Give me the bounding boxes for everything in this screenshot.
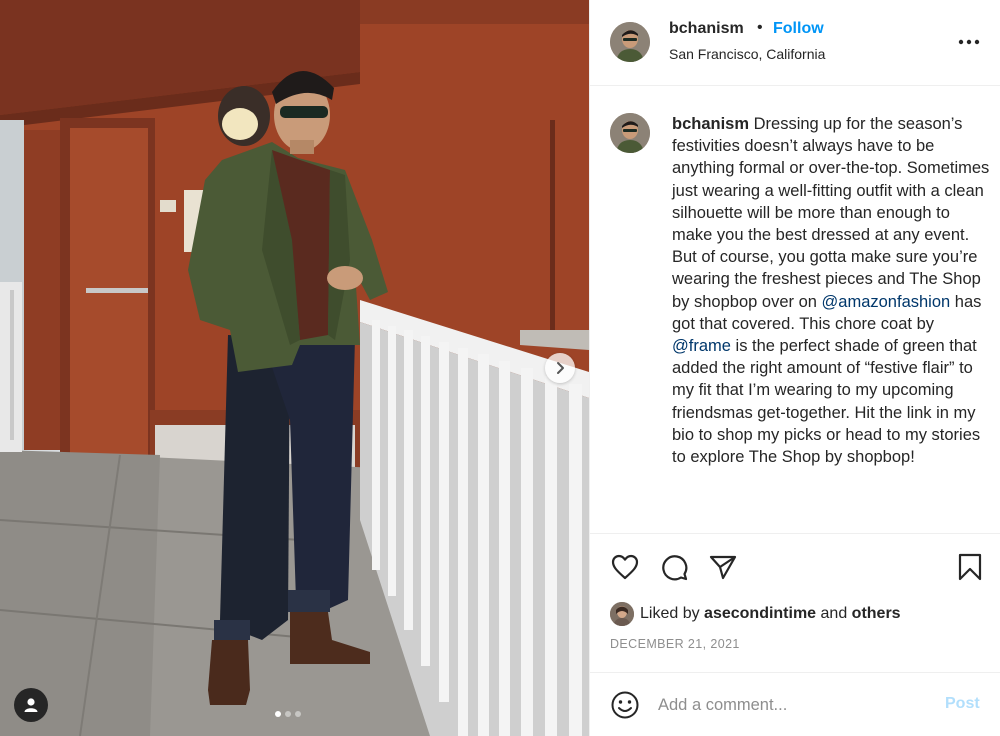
comment-icon xyxy=(662,555,688,581)
carousel-dot xyxy=(285,711,291,717)
post-comment-button[interactable]: Post xyxy=(945,695,980,713)
avatar-image xyxy=(610,22,650,62)
carousel-dot xyxy=(295,711,301,717)
carousel-dot-active xyxy=(275,711,281,717)
likes-summary: Liked by asecondintime and others xyxy=(610,601,901,627)
liked-by-others[interactable]: others xyxy=(852,605,901,623)
user-icon xyxy=(24,698,38,712)
mention-link[interactable]: @frame xyxy=(672,337,731,355)
comment-button[interactable] xyxy=(659,552,689,582)
send-icon xyxy=(709,555,737,580)
emoji-button[interactable] xyxy=(610,690,640,720)
comment-input[interactable] xyxy=(658,691,928,719)
carousel-indicator xyxy=(275,711,301,717)
next-photo-button[interactable] xyxy=(545,353,575,383)
liked-by-and: and xyxy=(816,605,852,622)
tagged-users-button[interactable] xyxy=(14,688,48,722)
add-comment-bar: Post xyxy=(590,672,1000,736)
avatar[interactable] xyxy=(610,22,650,62)
save-button[interactable] xyxy=(955,552,985,582)
more-options-icon xyxy=(958,39,980,45)
liked-by-user[interactable]: asecondintime xyxy=(704,605,816,623)
post-side-panel: bchanism • Follow San Francisco, Califor… xyxy=(589,0,1000,736)
separator-dot: • xyxy=(757,19,763,36)
avatar-image xyxy=(610,602,634,626)
heart-icon xyxy=(611,554,639,580)
bookmark-icon xyxy=(958,553,982,581)
post-username[interactable]: bchanism xyxy=(669,20,744,38)
liked-by-prefix: Liked by xyxy=(640,605,705,622)
like-button[interactable] xyxy=(610,552,640,582)
post-location[interactable]: San Francisco, California xyxy=(669,46,825,62)
liker-avatar[interactable] xyxy=(610,602,634,626)
emoji-icon xyxy=(611,691,639,719)
caption-avatar[interactable] xyxy=(610,113,650,153)
avatar-image xyxy=(610,113,650,153)
caption-section: bchanism Dressing up for the season’s fe… xyxy=(590,87,1000,533)
post-date[interactable]: DECEMBER 21, 2021 xyxy=(610,637,740,651)
caption-text: is the perfect shade of green that added… xyxy=(672,337,981,467)
post-caption: bchanism Dressing up for the season’s fe… xyxy=(672,113,992,468)
share-button[interactable] xyxy=(708,552,738,582)
photo-scene xyxy=(0,0,589,736)
caption-username[interactable]: bchanism xyxy=(672,115,749,133)
mention-link[interactable]: @amazonfashion xyxy=(822,293,951,311)
chevron-right-icon xyxy=(557,362,564,374)
post-header: bchanism • Follow San Francisco, Califor… xyxy=(590,0,1000,86)
post-actions: Liked by asecondintime and others DECEMB… xyxy=(590,533,1000,673)
follow-button[interactable]: Follow xyxy=(773,20,824,38)
caption-text: Dressing up for the season’s festivities… xyxy=(672,115,990,311)
more-options-button[interactable] xyxy=(956,30,982,54)
post-photo[interactable] xyxy=(0,0,589,736)
